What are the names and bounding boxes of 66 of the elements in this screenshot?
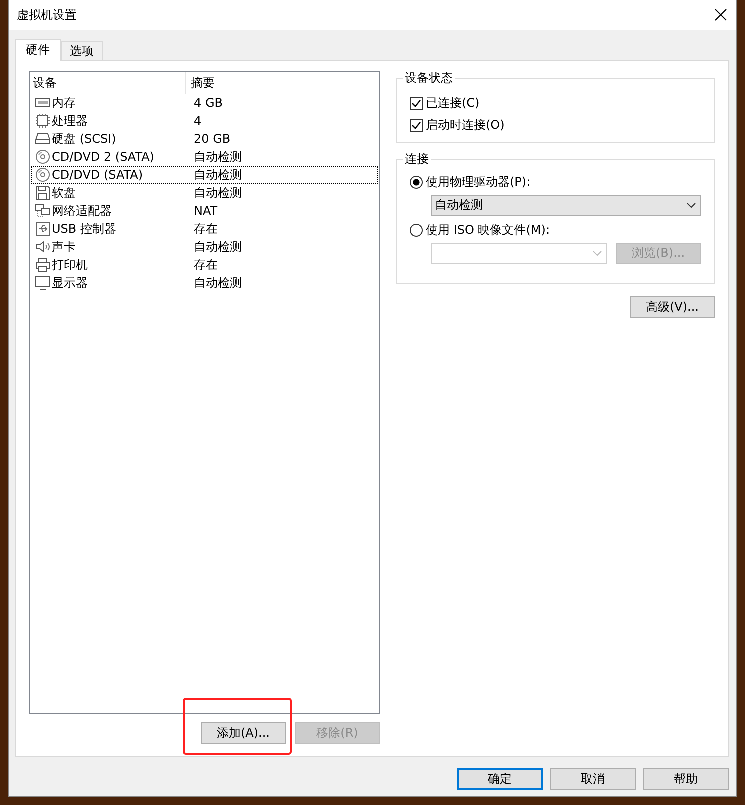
- device-name: 内存: [52, 94, 76, 112]
- group-title: 设备状态: [403, 70, 455, 87]
- device-name: 处理器: [52, 112, 88, 130]
- device-summary: 20 GB: [193, 132, 231, 146]
- device-name: 软盘: [52, 184, 76, 202]
- speaker-icon: [35, 239, 51, 255]
- device-summary: 存在: [193, 256, 218, 274]
- disc-icon: [35, 167, 51, 183]
- device-summary: 4: [193, 114, 202, 128]
- device-row[interactable]: USB 控制器 存在: [31, 220, 378, 238]
- device-row[interactable]: 处理器 4: [31, 112, 378, 130]
- device-row[interactable]: 内存 4 GB: [31, 94, 378, 112]
- monitor-icon: [35, 275, 51, 291]
- ok-button[interactable]: 确定: [457, 768, 543, 790]
- device-row[interactable]: CD/DVD 2 (SATA) 自动检测: [31, 148, 378, 166]
- network-icon: [35, 203, 51, 219]
- device-row[interactable]: 网络适配器 NAT: [31, 202, 378, 220]
- device-summary: 4 GB: [193, 96, 223, 110]
- window-title: 虚拟机设置: [17, 6, 77, 24]
- checkbox[interactable]: [410, 118, 423, 132]
- cancel-button[interactable]: 取消: [550, 768, 636, 790]
- add-button[interactable]: 添加(A)...: [201, 722, 286, 744]
- device-name: USB 控制器: [52, 220, 116, 238]
- device-name: 声卡: [52, 238, 76, 256]
- device-summary: 自动检测: [193, 184, 242, 202]
- help-button[interactable]: 帮助: [643, 768, 729, 790]
- disc-icon: [35, 149, 51, 165]
- advanced-button[interactable]: 高级(V)...: [630, 296, 715, 318]
- chevron-down-icon: [593, 250, 602, 256]
- device-row[interactable]: 硬盘 (SCSI) 20 GB: [31, 130, 378, 148]
- checkbox-label[interactable]: 启动时连接(O): [426, 116, 505, 134]
- dropdown-value: 自动检测: [435, 197, 483, 214]
- radio-label[interactable]: 使用物理驱动器(P):: [426, 174, 531, 190]
- device-name: 硬盘 (SCSI): [52, 130, 116, 148]
- device-row[interactable]: CD/DVD (SATA) 自动检测: [31, 166, 378, 184]
- column-header[interactable]: 设备: [30, 72, 186, 94]
- device-row[interactable]: 声卡 自动检测: [31, 238, 378, 256]
- device-name: CD/DVD 2 (SATA): [52, 150, 154, 164]
- group-title: 连接: [403, 151, 431, 168]
- device-name: 网络适配器: [52, 202, 112, 220]
- column-header[interactable]: 摘要: [186, 72, 215, 94]
- checkbox-label[interactable]: 已连接(C): [426, 94, 480, 112]
- chevron-down-icon: [687, 202, 696, 208]
- tab[interactable]: 硬件: [15, 39, 61, 61]
- radio-label[interactable]: 使用 ISO 映像文件(M):: [426, 222, 550, 238]
- device-row[interactable]: 软盘 自动检测: [31, 184, 378, 202]
- device-summary: NAT: [193, 204, 218, 218]
- device-summary: 自动检测: [193, 274, 242, 292]
- radio-button[interactable]: [410, 224, 423, 236]
- device-name: 打印机: [52, 256, 88, 274]
- tab[interactable]: 选项: [61, 41, 103, 60]
- device-row[interactable]: 显示器 自动检测: [31, 274, 378, 292]
- device-summary: 存在: [193, 220, 218, 238]
- device-name: CD/DVD (SATA): [52, 168, 144, 182]
- close-icon[interactable]: [715, 9, 727, 21]
- device-row[interactable]: 打印机 存在: [31, 256, 378, 274]
- printer-icon: [35, 257, 51, 273]
- dropdown[interactable]: 自动检测: [431, 195, 701, 216]
- device-summary: 自动检测: [193, 238, 242, 256]
- chip-icon: [35, 113, 51, 129]
- checkbox[interactable]: [410, 96, 423, 110]
- device-summary: 自动检测: [193, 148, 242, 166]
- usb-icon: [35, 221, 51, 237]
- radio-button[interactable]: [410, 176, 423, 188]
- device-name: 显示器: [52, 274, 88, 292]
- device-summary: 自动检测: [193, 166, 242, 184]
